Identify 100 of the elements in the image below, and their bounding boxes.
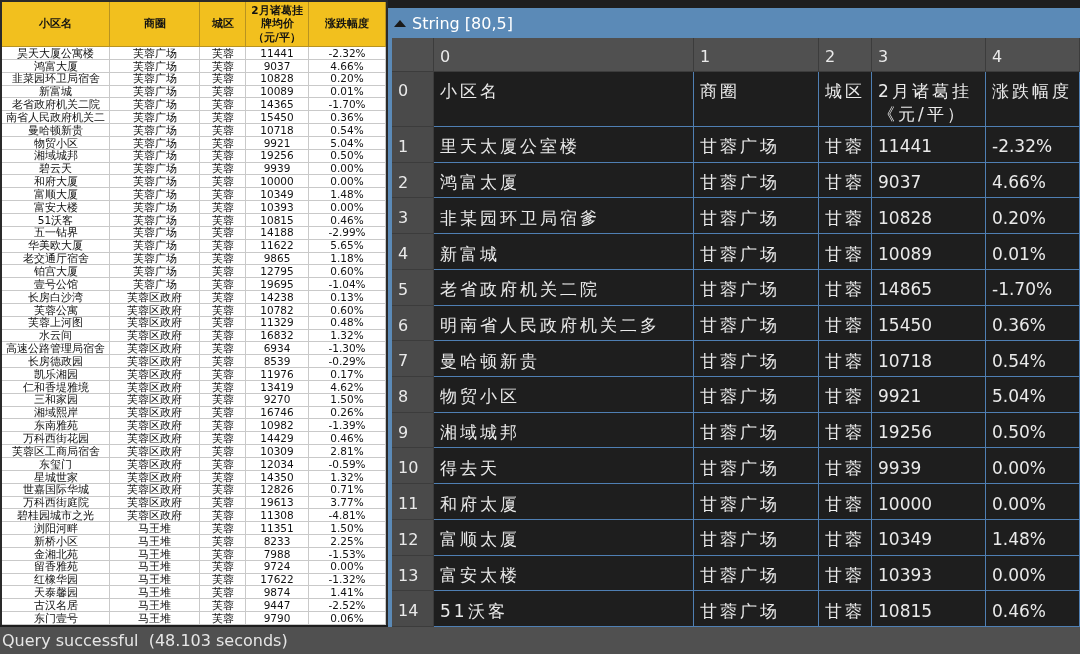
grid-cell: 0.00% [986, 555, 1080, 592]
table-cell: 芙蓉公寓 [2, 303, 110, 317]
table-cell: 芙蓉广场 [110, 175, 200, 189]
table-cell: 1.50% [309, 393, 386, 407]
row-index: 7 [392, 341, 434, 377]
row-index: 9 [392, 412, 434, 449]
grid-cell: 商圈 [694, 72, 819, 127]
table-cell: 芙蓉 [200, 47, 246, 60]
table-cell: 1.18% [309, 252, 386, 266]
table-cell: 芙蓉广场 [110, 124, 200, 137]
table-cell: 4.62% [309, 380, 386, 394]
row-index: 11 [392, 484, 434, 520]
table-cell: 曼哈顿新贵 [2, 124, 110, 137]
table-cell: 8539 [246, 355, 309, 369]
table-cell: 东玺门 [2, 458, 110, 471]
row-index: 10 [392, 448, 434, 485]
table-cell: 芙蓉 [200, 483, 246, 497]
grid-cell: 0.01% [986, 234, 1080, 270]
column-header: 城区 [200, 2, 246, 47]
table-cell: 0.26% [309, 406, 386, 420]
grid-cell: 甘蓉广场 [694, 234, 819, 270]
row-index: 13 [392, 555, 434, 592]
column-header: 2月诸葛挂牌均价（元/平） [246, 2, 309, 47]
table-cell: 芙蓉 [200, 278, 246, 292]
table-cell: 三和家园 [2, 393, 110, 407]
table-cell: 芙蓉广场 [110, 201, 200, 214]
table-cell: 芙蓉区政府 [110, 432, 200, 446]
table-cell: 2.25% [309, 535, 386, 548]
grid-cell: 0.54% [986, 341, 1080, 377]
table-cell: 0.17% [309, 368, 386, 381]
table-cell: 14350 [246, 470, 309, 484]
table-cell: 芙蓉 [200, 111, 246, 125]
table-cell: 16832 [246, 329, 309, 343]
table-cell: 凯乐湘园 [2, 368, 110, 381]
table-cell: 芙蓉 [200, 72, 246, 86]
table-cell: 富安大楼 [2, 201, 110, 214]
table-cell: 马王堆 [110, 586, 200, 600]
table-cell: 芙蓉 [200, 547, 246, 561]
grid-cell: 富顺太厦 [434, 519, 694, 556]
table-cell: 星城世家 [2, 470, 110, 484]
grid-cell: 19256 [872, 412, 986, 449]
table-cell: 芙蓉广场 [110, 72, 200, 86]
table-cell: 芙蓉 [200, 316, 246, 330]
grid-cell: 10000 [872, 484, 986, 520]
table-cell: -2.32% [309, 47, 386, 60]
table-cell: 华美欧大厦 [2, 239, 110, 253]
grid-cell: 涨跌幅度 [986, 72, 1080, 127]
collapse-icon[interactable] [394, 19, 406, 27]
table-cell: 芙蓉 [200, 612, 246, 625]
table-cell: 芙蓉广场 [110, 59, 200, 73]
table-cell: -1.70% [309, 98, 386, 112]
table-cell: 16746 [246, 406, 309, 420]
table-cell: 物贸小区 [2, 136, 110, 150]
table-cell: 芙蓉区政府 [110, 458, 200, 471]
table-cell: 10393 [246, 201, 309, 214]
table-cell: 4.66% [309, 59, 386, 73]
table-cell: 老交通厅宿舍 [2, 252, 110, 266]
table-cell: 7988 [246, 547, 309, 561]
table-cell: 芙蓉 [200, 496, 246, 510]
table-cell: 1.41% [309, 586, 386, 600]
table-cell: 东门壹号 [2, 612, 110, 625]
table-cell: 芙蓉区政府 [110, 342, 200, 356]
grid-cell: -2.32% [986, 127, 1080, 163]
grid-cell: 甘蓉 [819, 519, 872, 556]
table-cell: 6934 [246, 342, 309, 356]
table-cell: 芙蓉 [200, 535, 246, 548]
table-cell: 0.13% [309, 291, 386, 304]
table-cell: 10828 [246, 72, 309, 86]
table-cell: 芙蓉 [200, 599, 246, 613]
table-cell: 5.04% [309, 136, 386, 150]
table-cell: 新富城 [2, 85, 110, 99]
column-header: 商圈 [110, 2, 200, 47]
table-cell: 芙蓉 [200, 252, 246, 266]
table-cell: 11622 [246, 239, 309, 253]
table-cell: 芙蓉广场 [110, 136, 200, 150]
grid-cell: 10393 [872, 555, 986, 592]
grid-cell: 甘蓉广场 [694, 555, 819, 592]
table-cell: 芙蓉 [200, 522, 246, 536]
table-cell: 芙蓉广场 [110, 213, 200, 227]
table-cell: 马王堆 [110, 612, 200, 625]
table-cell: 9865 [246, 252, 309, 266]
grid-cell: 0.50% [986, 412, 1080, 449]
table-cell: 9724 [246, 560, 309, 574]
table-cell: 芙蓉区政府 [110, 496, 200, 510]
table-cell: 芙蓉 [200, 380, 246, 394]
table-cell: 0.00% [309, 175, 386, 189]
grid-cell: 甘蓉广场 [694, 412, 819, 449]
table-cell: 芙蓉区政府 [110, 509, 200, 523]
grid-cell: 10718 [872, 341, 986, 377]
grid-cell: 甘蓉 [819, 412, 872, 449]
grid-cell: 得去天 [434, 448, 694, 485]
table-cell: 芙蓉广场 [110, 162, 200, 176]
grid-cell: 甘蓉 [819, 341, 872, 377]
table-cell: 仁和香堤雅境 [2, 380, 110, 394]
panel-title: String [80,5] [412, 13, 513, 33]
table-cell: 9447 [246, 599, 309, 613]
table-cell: 芙蓉 [200, 560, 246, 574]
table-cell: 0.06% [309, 612, 386, 625]
table-cell: -2.99% [309, 226, 386, 240]
table-cell: 0.48% [309, 316, 386, 330]
